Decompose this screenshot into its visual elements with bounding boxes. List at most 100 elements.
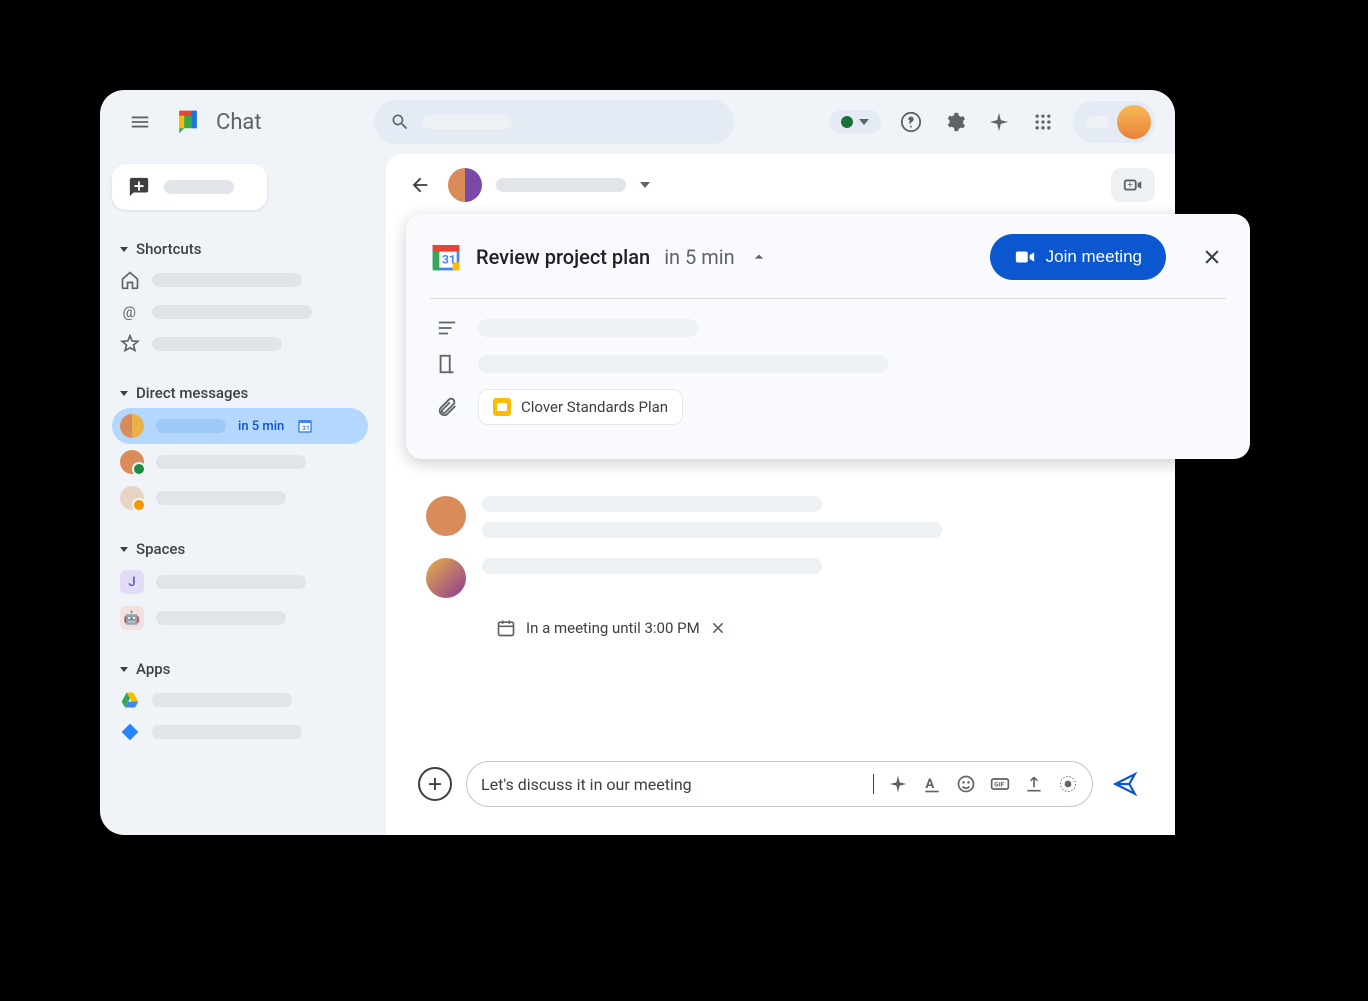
dm-header[interactable]: Direct messages: [112, 378, 368, 408]
body: Shortcuts @ Direct messages: [100, 154, 1175, 835]
space-icon: J: [120, 570, 144, 594]
message-avatar: [426, 558, 466, 598]
search-placeholder: [422, 115, 512, 129]
dm-avatar: [120, 450, 144, 474]
banner-close-button[interactable]: [1198, 243, 1226, 271]
sparkle-icon[interactable]: [888, 774, 908, 794]
attachment-chip[interactable]: Clover Standards Plan: [478, 389, 683, 425]
gear-icon: [944, 111, 966, 133]
chat-header: +: [386, 154, 1175, 216]
search-bar[interactable]: [374, 100, 734, 144]
svg-text:31: 31: [442, 253, 456, 267]
send-icon: [1112, 771, 1138, 797]
compose-bar: Let's discuss it in our meeting A GIF: [386, 761, 1175, 835]
shortcut-starred[interactable]: [112, 328, 368, 360]
video-icon: [1014, 246, 1036, 268]
plus-icon: [426, 775, 444, 793]
meeting-title: Review project plan: [476, 245, 650, 269]
gif-icon[interactable]: GIF: [990, 774, 1010, 794]
message-text: Let's discuss it in our meeting: [481, 775, 859, 794]
upload-icon[interactable]: [1024, 774, 1044, 794]
shortcut-home[interactable]: [112, 264, 368, 296]
video-plus-icon: +: [1122, 174, 1144, 196]
section-spaces: Spaces J 🤖: [112, 534, 368, 636]
home-icon: [120, 270, 140, 290]
join-meeting-button[interactable]: Join meeting: [990, 234, 1166, 280]
banner-desc-row: [430, 317, 1226, 339]
message-input[interactable]: Let's discuss it in our meeting A GIF: [466, 761, 1093, 807]
status-chip[interactable]: [829, 110, 881, 134]
user-avatar: [1117, 105, 1151, 139]
spaces-header[interactable]: Spaces: [112, 534, 368, 564]
space-item[interactable]: J: [112, 564, 368, 600]
section-shortcuts: Shortcuts @: [112, 234, 368, 360]
app-item-jira[interactable]: [112, 716, 368, 748]
calendar-small-icon: [496, 618, 516, 638]
spaces-label: Spaces: [136, 540, 185, 558]
chat-avatar: [448, 168, 482, 202]
send-button[interactable]: [1107, 766, 1143, 802]
star-icon: [120, 334, 140, 354]
meeting-time: in 5 min: [664, 245, 735, 269]
jira-icon: [120, 722, 140, 742]
apps-grid-button[interactable]: [1029, 108, 1057, 136]
banner-location-row: [430, 353, 1226, 375]
account-button[interactable]: [1073, 101, 1155, 143]
menu-icon: [129, 111, 151, 133]
dm-item-active[interactable]: in 5 min 31: [112, 408, 368, 444]
settings-button[interactable]: [941, 108, 969, 136]
dm-time: in 5 min: [238, 419, 284, 434]
close-icon[interactable]: [710, 620, 726, 636]
chevron-down-icon: [120, 667, 128, 672]
dm-item[interactable]: [112, 480, 368, 516]
apps-label: Apps: [136, 660, 170, 678]
new-chat-button[interactable]: [112, 164, 267, 210]
new-chat-icon: [128, 176, 150, 198]
record-icon[interactable]: [1058, 774, 1078, 794]
emoji-icon[interactable]: [956, 774, 976, 794]
help-button[interactable]: [897, 108, 925, 136]
slides-icon: [493, 398, 511, 416]
dm-avatar: [120, 414, 144, 438]
dm-label: Direct messages: [136, 384, 248, 402]
format-icon[interactable]: A: [922, 774, 942, 794]
space-item[interactable]: 🤖: [112, 600, 368, 636]
svg-text:@: @: [123, 303, 136, 321]
bot-icon: 🤖: [120, 606, 144, 630]
attachment-icon: [436, 396, 458, 418]
add-video-call-button[interactable]: +: [1111, 168, 1155, 202]
shortcuts-label: Shortcuts: [136, 240, 201, 258]
dm-avatar: [120, 486, 144, 510]
app-window: Chat: [100, 90, 1175, 835]
apps-grid-icon: [1033, 112, 1053, 132]
app-item-drive[interactable]: [112, 684, 368, 716]
sidebar: Shortcuts @ Direct messages: [100, 154, 380, 835]
chevron-up-icon[interactable]: [749, 247, 769, 267]
chevron-down-icon: [120, 391, 128, 396]
menu-button[interactable]: [120, 102, 160, 142]
shortcuts-header[interactable]: Shortcuts: [112, 234, 368, 264]
apps-header[interactable]: Apps: [112, 654, 368, 684]
shortcut-mentions[interactable]: @: [112, 296, 368, 328]
attachment-name: Clover Standards Plan: [521, 398, 668, 416]
main-content: + 31 Review project plan in 5 min Join m…: [386, 154, 1175, 835]
join-label: Join meeting: [1046, 247, 1142, 267]
status-notice: In a meeting until 3:00 PM: [496, 618, 1135, 638]
dm-item[interactable]: [112, 444, 368, 480]
back-button[interactable]: [406, 171, 434, 199]
sparkle-icon: [988, 111, 1010, 133]
help-icon: [900, 111, 922, 133]
gemini-button[interactable]: [985, 108, 1013, 136]
svg-text:+: +: [1128, 181, 1133, 191]
banner-attachment-row: Clover Standards Plan: [430, 389, 1226, 425]
section-apps: Apps: [112, 654, 368, 748]
room-icon: [436, 353, 458, 375]
app-name: Chat: [216, 110, 262, 135]
chevron-down-icon: [120, 247, 128, 252]
status-notice-text: In a meeting until 3:00 PM: [526, 619, 700, 637]
add-button[interactable]: [418, 767, 452, 801]
chevron-down-icon[interactable]: [640, 182, 650, 188]
header: Chat: [100, 90, 1175, 154]
mention-icon: @: [120, 302, 140, 322]
message: [426, 496, 1135, 538]
